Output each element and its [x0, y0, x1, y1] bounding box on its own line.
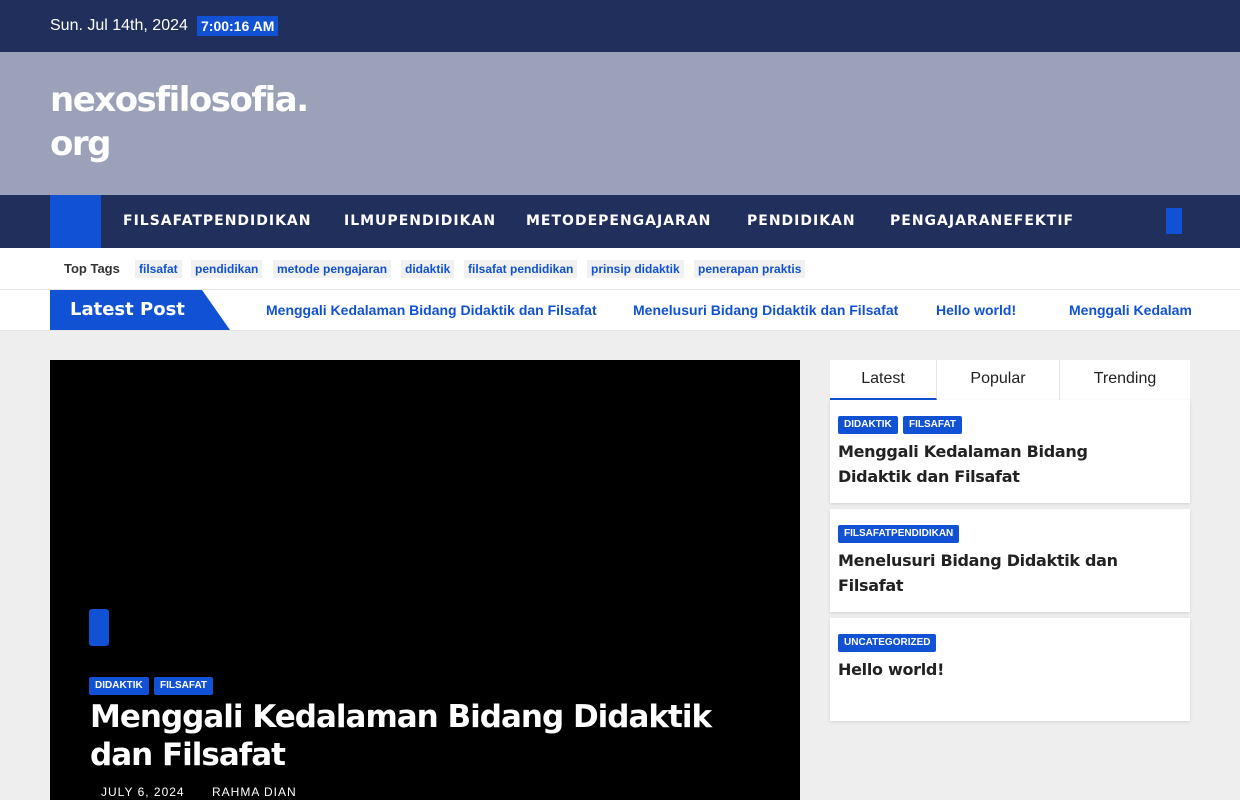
sidebar-post-title[interactable]: Menggali Kedalaman Bidang Didaktik dan F… [838, 439, 1158, 489]
latest-post-label: Latest Post [50, 290, 230, 330]
sidebar-post-card[interactable]: UNCATEGORIZED Hello world! [830, 618, 1190, 721]
featured-post[interactable]: DIDAKTIK FILSAFAT Menggali Kedalaman Bid… [50, 360, 800, 800]
ticker-link[interactable]: Menggali Kedalaman Bidang Didaktik dan F… [1069, 302, 1191, 318]
home-icon[interactable] [50, 195, 101, 248]
nav-item-metodepengajaran[interactable]: METODEPENGAJARAN [526, 195, 711, 248]
tag-link[interactable]: didaktik [401, 260, 455, 278]
tag-link[interactable]: filsafat [135, 260, 182, 278]
ticker-link[interactable]: Menelusuri Bidang Didaktik dan Filsafat [633, 302, 898, 318]
main-navigation: FILSAFATPENDIDIKAN ILMUPENDIDIKAN METODE… [0, 195, 1240, 248]
ticker-track: Menggali Kedalaman Bidang Didaktik dan F… [266, 290, 1191, 330]
top-tags-label: Top Tags [64, 261, 120, 276]
ticker-link[interactable]: Hello world! [936, 302, 1016, 318]
current-time: 7:00:16 AM [197, 16, 279, 36]
tag-link[interactable]: pendidikan [191, 260, 263, 278]
ticker-link[interactable]: Menggali Kedalaman Bidang Didaktik dan F… [266, 302, 597, 318]
category-badge[interactable]: DIDAKTIK [838, 416, 898, 434]
current-date: Sun. Jul 14th, 2024 [50, 17, 188, 34]
featured-post-title[interactable]: Menggali Kedalaman Bidang Didaktik dan F… [90, 698, 770, 774]
category-badge[interactable]: FILSAFAT [154, 677, 214, 695]
nav-item-ilmupendidikan[interactable]: ILMUPENDIDIKAN [344, 195, 496, 248]
tag-link[interactable]: penerapan praktis [694, 260, 806, 278]
top-bar: Sun. Jul 14th, 2024 7:00:16 AM [0, 0, 1240, 52]
sidebar-post-title[interactable]: Hello world! [838, 657, 1158, 682]
nav-item-pengajaranefektif[interactable]: PENGAJARANEFEKTIF [890, 195, 1074, 248]
post-format-icon [89, 609, 109, 646]
post-date: JULY 6, 2024 [101, 785, 185, 799]
tab-latest[interactable]: Latest [830, 360, 937, 400]
sidebar-tabs: Latest Popular Trending [830, 360, 1190, 400]
nav-item-pendidikan[interactable]: PENDIDIKAN [747, 195, 856, 248]
tag-link[interactable]: filsafat pendidikan [464, 260, 578, 278]
tag-link[interactable]: metode pengajaran [273, 260, 392, 278]
sidebar-post-card[interactable]: FILSAFATPENDIDIKAN Menelusuri Bidang Did… [830, 509, 1190, 612]
sidebar-post-card[interactable]: DIDAKTIK FILSAFAT Menggali Kedalaman Bid… [830, 400, 1190, 503]
tab-popular[interactable]: Popular [937, 360, 1060, 400]
site-header: nexosfilosofia.org [0, 52, 1240, 195]
category-badge[interactable]: FILSAFAT [903, 416, 963, 434]
tab-trending[interactable]: Trending [1060, 360, 1190, 400]
site-title-link[interactable]: nexosfilosofia.org [50, 78, 310, 166]
category-badge[interactable]: DIDAKTIK [89, 677, 149, 695]
tag-link[interactable]: prinsip didaktik [587, 260, 684, 278]
category-badge[interactable]: FILSAFATPENDIDIKAN [838, 525, 960, 543]
category-badge[interactable]: UNCATEGORIZED [838, 634, 937, 652]
nav-item-filsafatpendidikan[interactable]: FILSAFATPENDIDIKAN [123, 195, 311, 248]
latest-post-ticker: Latest Post Menggali Kedalaman Bidang Di… [0, 290, 1240, 331]
sidebar-post-title[interactable]: Menelusuri Bidang Didaktik dan Filsafat [838, 548, 1158, 598]
search-icon[interactable] [1166, 208, 1182, 234]
top-tags-bar: Top Tags filsafat pendidikan metode peng… [0, 248, 1240, 290]
post-author[interactable]: RAHMA DIAN [212, 785, 297, 799]
